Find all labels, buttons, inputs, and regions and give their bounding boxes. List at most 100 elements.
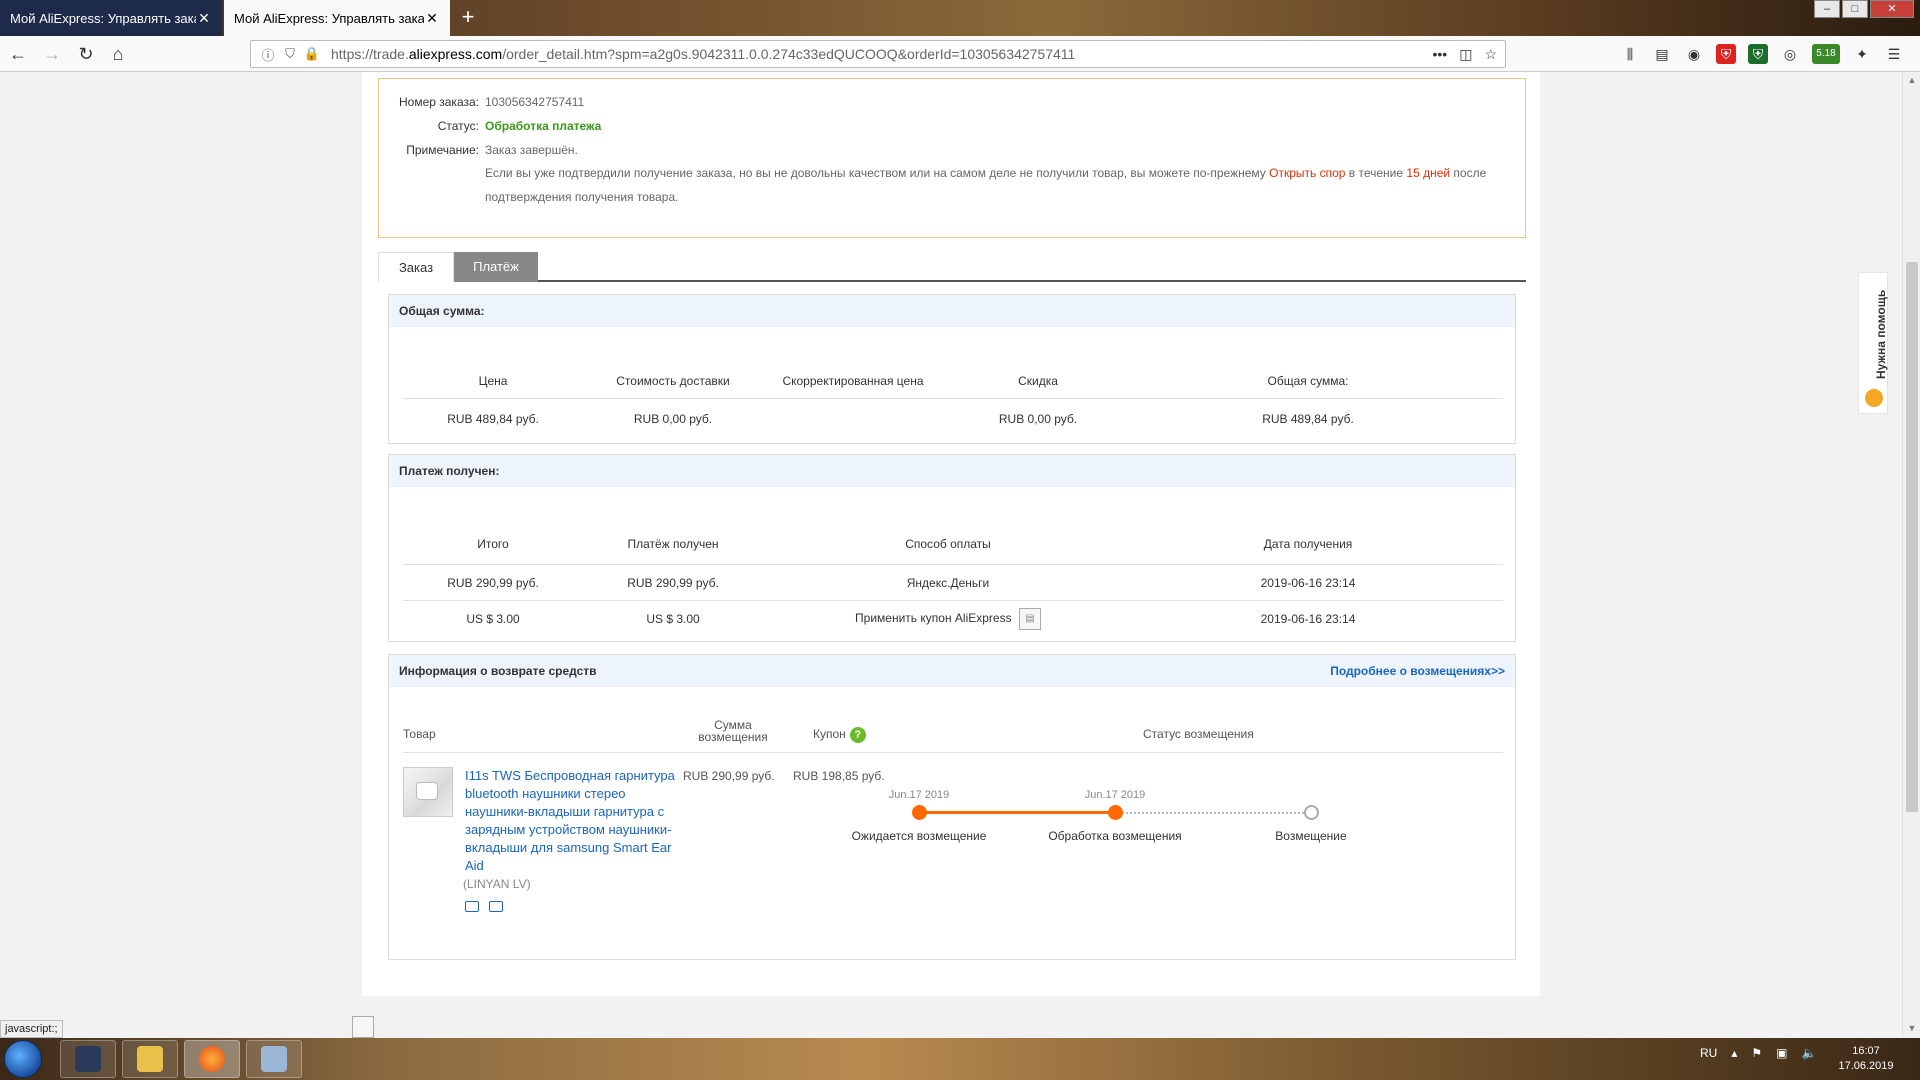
page-document-icon[interactable] [352,1016,374,1038]
total-header-row: Цена Стоимость доставки Скорректированна… [403,363,1503,399]
clock-time: 16:07 [1852,1045,1880,1057]
col-total: Общая сумма: [1267,373,1349,388]
col-product: Товар [403,727,436,741]
open-dispute-link[interactable]: Открыть спор [1269,166,1345,180]
browser-tab-1-label: Мой AliExpress: Управлять заказа [10,10,196,26]
menu-icon[interactable]: ☰ [1884,44,1904,64]
help-tab-label: Нужна помощь [1874,289,1888,379]
page-actions-icon[interactable]: ••• [1432,46,1447,63]
extension-badge-icon[interactable]: 5.18 [1812,44,1840,64]
col-payment-method: Способ оплаты [905,536,991,551]
seller-name: (LINYAN LV) [463,877,531,891]
total-discount-value: RUB 0,00 руб. [998,412,1078,426]
help-side-tab[interactable]: Нужна помощь [1858,272,1888,414]
card-icon[interactable] [489,901,503,912]
bookmark-star-icon[interactable]: ☆ [1484,46,1497,63]
window-controls: – □ ✕ [1814,0,1914,18]
assistant-icon [1865,389,1883,407]
home-icon[interactable]: ⌂ [106,42,130,66]
browser-status-bar: javascript:; [0,1020,63,1038]
scroll-down-icon[interactable]: ▼ [1903,1020,1920,1036]
payment-date: 2019-06-16 23:14 [1260,612,1356,626]
taskbar-app-firefox[interactable] [184,1040,240,1078]
product-actions [465,901,503,912]
library-icon[interactable]: ⫼ [1620,44,1640,64]
status-value: Обработка платежа [485,119,602,133]
refund-heading-text: Информация о возврате средств [399,664,597,678]
tab-order[interactable]: Заказ [378,252,454,282]
refund-coupon-value: RUB 198,85 руб. [793,769,885,783]
back-arrow-icon[interactable]: ← [6,42,30,66]
note-value: Заказ завершён. [485,143,578,157]
payment-received-box: Платеж получен: Итого Платёж получен Спо… [388,454,1516,642]
payment-method: Яндекс.Деньги [906,575,990,590]
note-label: Примечание: [406,143,479,157]
taskbar-app-paint[interactable] [246,1040,302,1078]
language-indicator[interactable]: RU [1700,1046,1717,1060]
shield-icon[interactable]: ⛉ [281,46,299,62]
browser-tab-2[interactable]: Мой AliExpress: Управлять заказа ✕ [224,0,450,36]
snapshot-icon[interactable] [465,901,479,912]
step1-dot [912,805,927,820]
coupon-icon[interactable]: ▤ [1018,608,1041,630]
tab-payment[interactable]: Платёж [454,252,538,282]
vpn-extension-icon[interactable]: ◎ [1780,44,1800,64]
close-icon[interactable]: ✕ [196,10,212,27]
taskbar-app-plane[interactable] [60,1040,116,1078]
product-title-link[interactable]: I11s TWS Беспроводная гарнитура bluetoot… [465,767,675,875]
window-titlebar: Мой AliExpress: Управлять заказа ✕ Мой A… [0,0,1920,36]
navigation-toolbar: ← → ↻ ⌂ ⓘ ⛉ 🔒 https://trade.aliexpress.c… [0,36,1920,72]
total-shipping-value: RUB 0,00 руб. [633,412,713,426]
browser-tab-2-label: Мой AliExpress: Управлять заказа [234,10,424,26]
scroll-thumb[interactable] [1906,262,1918,812]
forward-arrow-icon[interactable]: → [40,42,64,66]
refund-more-link[interactable]: Подробнее о возмещениях>> [1330,655,1505,687]
dispute-days: 15 дней [1406,166,1451,180]
help-question-icon[interactable]: ? [849,727,866,743]
adblock-extension-icon[interactable]: ⛨ [1716,44,1736,64]
total-sum-box: Общая сумма: Цена Стоимость доставки Ско… [388,294,1516,444]
col-payment-received: Платёж получен [627,536,719,551]
step2-label: Обработка возмещения [1048,829,1182,843]
col-subtotal: Итого [477,536,509,551]
browser-tab-1[interactable]: Мой AliExpress: Управлять заказа ✕ [0,0,222,36]
start-button[interactable] [4,1040,42,1078]
flag-icon[interactable]: ⚑ [1751,1046,1762,1060]
maximize-button[interactable]: □ [1842,0,1868,18]
payment-method-cell: Применить купон AliExpress ▤ [763,608,1133,630]
address-bar[interactable]: ⓘ ⛉ 🔒 https://trade.aliexpress.com/order… [250,40,1506,68]
lock-icon[interactable]: 🔒 [303,46,321,62]
sidebar-icon[interactable]: ▤ [1652,44,1672,64]
windows-taskbar [0,1038,1920,1080]
new-tab-button[interactable]: + [454,4,482,32]
dispute-note: Если вы уже подтвердили получение заказа… [485,166,1487,180]
extension-toolbar: ⫼ ▤ ◉ ⛨ ⛨ ◎ 5.18 ✦ ☰ [1620,44,1904,64]
account-icon[interactable]: ◉ [1684,44,1704,64]
col-refund-amount: Сумма возмещения [698,718,768,744]
close-icon[interactable]: ✕ [424,10,440,27]
order-number-value: 103056342757411 [485,95,585,109]
reload-icon[interactable]: ↻ [74,42,98,66]
window-close-button[interactable]: ✕ [1870,0,1914,18]
puzzle-extension-icon[interactable]: ✦ [1852,44,1872,64]
scroll-up-icon[interactable]: ▲ [1903,72,1920,88]
tray-arrow-icon[interactable]: ▴ [1731,1046,1737,1060]
info-icon[interactable]: ⓘ [259,45,277,64]
refund-header-row: Товар Сумма возмещения Купон? Статус воз… [403,719,1503,753]
payment-row: US $ 3.00 US $ 3.00 Применить купон AliE… [403,601,1503,637]
page-viewport: Номер заказа: 103056342757411 Статус: Об… [0,72,1902,1036]
product-thumbnail[interactable] [403,767,453,817]
col-coupon: Купон? [813,727,866,743]
security-extension-icon[interactable]: ⛨ [1748,44,1768,64]
minimize-button[interactable]: – [1814,0,1840,18]
taskbar-clock[interactable]: 16:07 17.06.2019 [1826,1044,1906,1074]
col-adjusted-price: Скорректированная цена [782,373,924,388]
order-detail-panel: Номер заказа: 103056342757411 Статус: Об… [362,72,1540,996]
payment-row: RUB 290,99 руб. RUB 290,99 руб. Яндекс.Д… [403,565,1503,601]
volume-icon[interactable]: 🔈 [1801,1046,1816,1060]
network-icon[interactable]: ▣ [1776,1046,1787,1060]
url-text[interactable]: https://trade.aliexpress.com/order_detai… [331,46,1075,62]
taskbar-app-explorer[interactable] [122,1040,178,1078]
pocket-icon[interactable]: ◫ [1459,46,1472,63]
page-scrollbar[interactable]: ▲ ▼ [1902,72,1920,1036]
